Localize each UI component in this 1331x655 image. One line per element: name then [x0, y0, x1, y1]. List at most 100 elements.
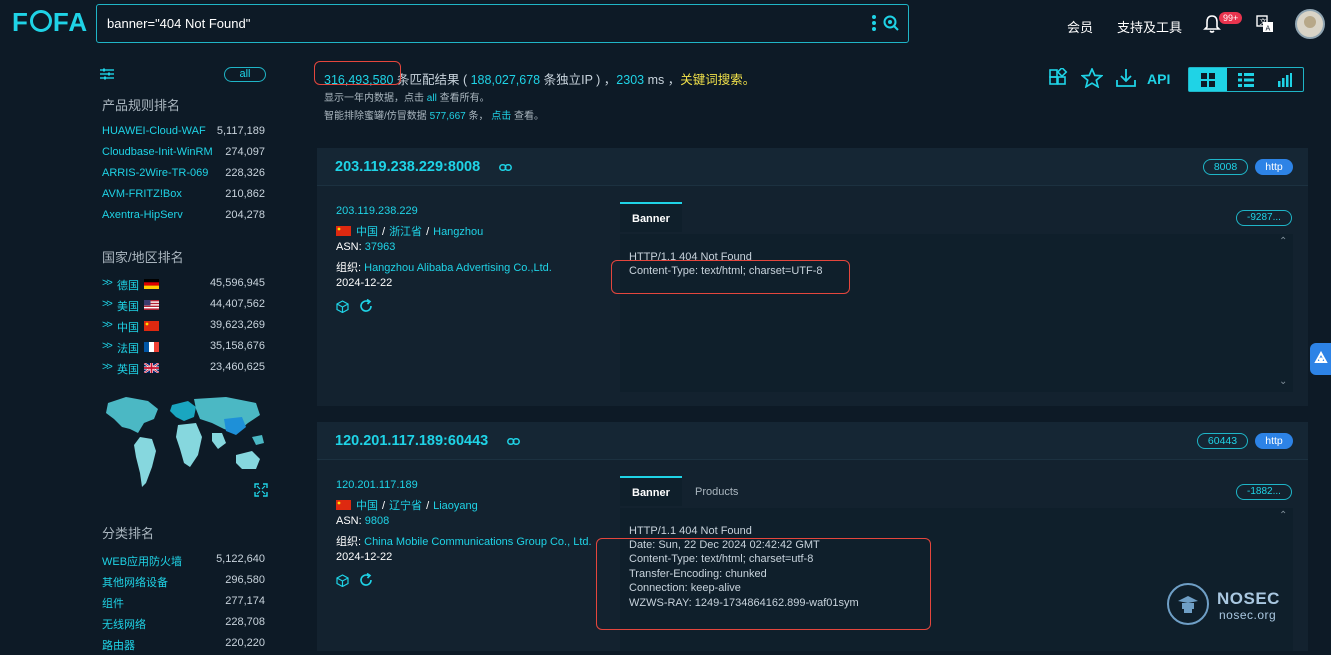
org-link[interactable]: Hangzhou Alibaba Advertising Co.,Ltd. [364, 262, 552, 274]
result-asn: ASN: 9808 [336, 515, 389, 527]
nav-support-tools[interactable]: 支持及工具 [1117, 17, 1182, 36]
search-input[interactable]: banner="404 Not Found" [107, 16, 250, 31]
product-row[interactable]: ARRIS-2Wire-TR-069 228,326 [96, 164, 276, 185]
download-icon[interactable] [1115, 68, 1137, 88]
cube-icon[interactable] [336, 574, 349, 588]
port-badge[interactable]: 8008 [1203, 159, 1248, 175]
category-row[interactable]: WEB应用防火墙 5,122,640 [96, 550, 276, 571]
product-name[interactable]: HUAWEI-Cloud-WAF [102, 125, 206, 137]
category-name[interactable]: 组件 [102, 595, 124, 611]
result-host-link[interactable]: 120.201.117.189:60443 [335, 433, 488, 449]
category-name[interactable]: WEB应用防火墙 [102, 553, 182, 569]
nosec-watermark: NOSEC nosec.org [1167, 583, 1287, 627]
country-name[interactable]: 美国 [117, 298, 139, 314]
show-all-link[interactable]: all [427, 93, 437, 104]
fofa-logo[interactable]: F FA [12, 6, 88, 38]
country-name[interactable]: 德国 [117, 277, 139, 293]
port-badge[interactable]: 60443 [1197, 433, 1248, 449]
city-link[interactable]: Liaoyang [433, 500, 478, 512]
refresh-icon[interactable] [359, 572, 373, 587]
country-ranking-title: 国家/地区排名 [102, 250, 184, 265]
world-map-graphic [106, 397, 264, 487]
star-icon[interactable] [1081, 68, 1103, 88]
country-name[interactable]: 英国 [117, 361, 139, 377]
banner-count-pill[interactable]: -1882... [1236, 484, 1292, 500]
country-link[interactable]: 中国 [356, 500, 378, 512]
user-avatar[interactable] [1295, 9, 1325, 39]
floating-helper-button[interactable] [1310, 343, 1331, 375]
flag-fr-icon [144, 342, 159, 352]
product-row[interactable]: Axentra-HipServ 204,278 [96, 206, 276, 227]
hint-text: 显示一年内数据，点击 [324, 93, 427, 104]
search-icon[interactable] [882, 14, 900, 32]
keyword-search-link[interactable]: 关键词搜索。 [680, 73, 755, 87]
category-row[interactable]: 无线网络 228,708 [96, 613, 276, 634]
expand-icon[interactable] [254, 483, 268, 497]
ip-link[interactable]: 203.119.238.229 [336, 205, 418, 217]
view-honeypot-link[interactable]: 点击 [491, 111, 511, 122]
world-map[interactable] [96, 393, 276, 503]
country-row[interactable]: >> 中国 39,623,269 [96, 316, 276, 337]
country-link[interactable]: 中国 [356, 226, 378, 238]
product-name[interactable]: Cloudbase-Init-WinRM [102, 146, 213, 158]
tab-banner[interactable]: Banner [620, 202, 682, 232]
protocol-badge[interactable]: http [1255, 433, 1293, 449]
category-row[interactable]: 路由器 220,220 [96, 634, 276, 655]
logo-o-icon [29, 10, 52, 32]
product-name[interactable]: AVM-FRITZ!Box [102, 188, 182, 200]
search-bar[interactable]: banner="404 Not Found" [96, 4, 909, 43]
result-date: 2024-12-22 [336, 277, 392, 289]
product-name[interactable]: Axentra-HipServ [102, 209, 183, 221]
logo-letter-f: F [12, 6, 29, 37]
chevron-down-icon[interactable]: ⌄ [1279, 376, 1287, 387]
flag-cn-icon [336, 500, 351, 510]
all-filter-pill[interactable]: all [224, 67, 266, 82]
country-row[interactable]: >> 法国 35,158,676 [96, 337, 276, 358]
category-count: 220,220 [225, 637, 265, 649]
product-row[interactable]: HUAWEI-Cloud-WAF 5,117,189 [96, 122, 276, 143]
province-link[interactable]: 浙江省 [389, 226, 422, 238]
list-view-button[interactable] [1227, 68, 1265, 91]
protocol-badge[interactable]: http [1255, 159, 1293, 175]
country-row[interactable]: >> 美国 44,407,562 [96, 295, 276, 316]
org-link[interactable]: China Mobile Communications Group Co., L… [364, 536, 591, 548]
country-name[interactable]: 法国 [117, 340, 139, 356]
product-row[interactable]: Cloudbase-Init-WinRM 274,097 [96, 143, 276, 164]
category-row[interactable]: 其他网络设备 296,580 [96, 571, 276, 592]
result-header: 203.119.238.229:8008 8008 http [317, 148, 1308, 186]
link-icon[interactable] [499, 164, 512, 171]
refresh-icon[interactable] [359, 298, 373, 313]
nav-member[interactable]: 会员 [1067, 17, 1093, 36]
category-name[interactable]: 其他网络设备 [102, 574, 168, 590]
grid-icon [1201, 73, 1215, 87]
category-name[interactable]: 无线网络 [102, 616, 146, 632]
grid-view-button[interactable] [1189, 68, 1227, 91]
product-name[interactable]: ARRIS-2Wire-TR-069 [102, 167, 208, 179]
flag-gb-icon [144, 363, 159, 373]
chevron-up-icon[interactable]: ⌃ [1279, 236, 1287, 247]
tab-banner[interactable]: Banner [620, 476, 682, 506]
cube-icon[interactable] [336, 300, 349, 314]
asn-link[interactable]: 37963 [365, 241, 396, 253]
translate-icon[interactable]: 文 A [1256, 15, 1274, 33]
link-icon[interactable] [507, 438, 520, 445]
product-row[interactable]: AVM-FRITZ!Box 210,862 [96, 185, 276, 206]
country-row[interactable]: >> 德国 45,596,945 [96, 274, 276, 295]
banner-count-pill[interactable]: -9287... [1236, 210, 1292, 226]
category-row[interactable]: 组件 277,174 [96, 592, 276, 613]
chevron-up-icon[interactable]: ⌃ [1279, 510, 1287, 521]
asn-link[interactable]: 9808 [365, 515, 389, 527]
country-name[interactable]: 中国 [117, 319, 139, 335]
aggregate-icon[interactable] [1048, 68, 1068, 88]
result-host-link[interactable]: 203.119.238.229:8008 [335, 159, 480, 175]
ip-link[interactable]: 120.201.117.189 [336, 479, 418, 491]
api-button[interactable]: API [1147, 71, 1170, 87]
filter-icon[interactable] [100, 68, 114, 80]
country-row[interactable]: >> 英国 23,460,625 [96, 358, 276, 379]
tab-products[interactable]: Products [695, 477, 738, 507]
stats-view-button[interactable] [1265, 68, 1303, 91]
city-link[interactable]: Hangzhou [433, 226, 483, 238]
province-link[interactable]: 辽宁省 [389, 500, 422, 512]
more-options-icon[interactable] [872, 15, 876, 31]
chevron-right-icon: >> [102, 277, 113, 289]
